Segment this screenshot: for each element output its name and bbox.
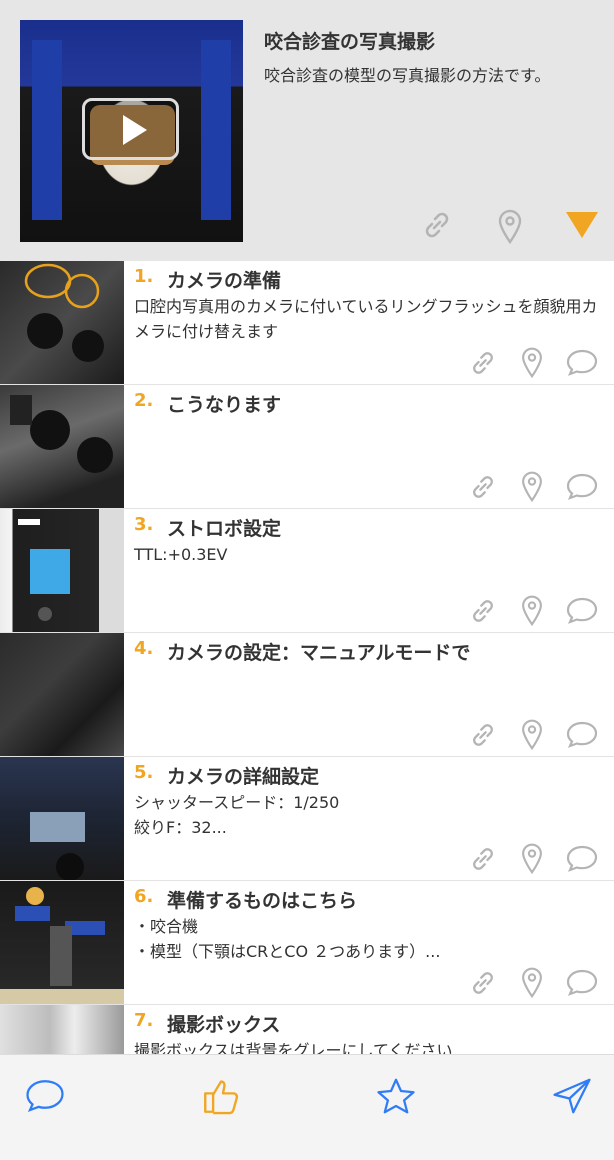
step-thumbnail [0, 385, 124, 508]
collapse-triangle-icon[interactable] [566, 212, 598, 242]
step-title: カメラの準備 [167, 270, 282, 292]
step-item[interactable]: 5. カメラの詳細設定 シャッタースピード：1/250 絞りF：32... [0, 757, 614, 881]
step-number: 5. [134, 762, 154, 783]
step-thumbnail [0, 261, 124, 384]
step-number: 4. [134, 638, 154, 659]
step-item[interactable]: 6. 準備するものはこちら ・咬合機 ・模型（下顎はCRとCO ２つあります）.… [0, 881, 614, 1005]
step-number: 3. [134, 514, 154, 535]
comment-icon[interactable] [566, 968, 598, 1000]
step-thumbnail [0, 633, 124, 756]
comment-icon[interactable] [566, 844, 598, 876]
comment-icon[interactable] [25, 1077, 65, 1117]
thumbs-up-icon[interactable] [200, 1075, 242, 1121]
comment-icon[interactable] [566, 472, 598, 504]
articulator-frame-left [32, 40, 62, 220]
link-icon[interactable] [468, 596, 498, 630]
location-pin-icon[interactable] [520, 842, 544, 878]
step-description: ・咬合機 ・模型（下顎はCRとCO ２つあります）... [134, 917, 441, 961]
link-icon[interactable] [468, 968, 498, 1002]
location-pin-icon[interactable] [520, 966, 544, 1002]
step-description: 口腔内写真用のカメラに付いているリングフラッシュを顔貌用カメラに付け替えます [134, 297, 598, 341]
play-button[interactable] [82, 98, 179, 160]
link-icon[interactable] [468, 472, 498, 506]
procedure-description: 咬合診査の模型の写真撮影の方法です。 [264, 66, 551, 85]
comment-icon[interactable] [566, 596, 598, 628]
step-number: 6. [134, 886, 154, 907]
step-thumbnail [0, 509, 124, 632]
step-item[interactable]: 7. 撮影ボックス 撮影ボックスは背景をグレーにしてください [0, 1005, 614, 1054]
video-thumbnail[interactable] [20, 20, 243, 242]
link-icon[interactable] [468, 348, 498, 382]
step-item[interactable]: 3. ストロボ設定 TTL:+0.3EV [0, 509, 614, 633]
step-title: カメラの設定：マニュアルモードで [167, 642, 471, 664]
procedure-header: 咬合診査の写真撮影 咬合診査の模型の写真撮影の方法です。 [0, 0, 614, 261]
step-item[interactable]: 1. カメラの準備 口腔内写真用のカメラに付いているリングフラッシュを顔貌用カメ… [0, 261, 614, 385]
step-number: 7. [134, 1010, 154, 1031]
send-icon[interactable] [552, 1077, 592, 1119]
step-thumbnail [0, 881, 124, 1004]
step-description: 撮影ボックスは背景をグレーにしてください [134, 1041, 453, 1054]
step-thumbnail [0, 1005, 124, 1054]
link-icon[interactable] [420, 208, 454, 246]
step-description: TTL:+0.3EV [134, 545, 228, 564]
comment-icon[interactable] [566, 348, 598, 380]
star-icon[interactable] [376, 1077, 416, 1119]
link-icon[interactable] [468, 844, 498, 878]
step-list: 1. カメラの準備 口腔内写真用のカメラに付いているリングフラッシュを顔貌用カメ… [0, 261, 614, 1054]
location-pin-icon[interactable] [520, 594, 544, 630]
procedure-title: 咬合診査の写真撮影 [264, 31, 436, 53]
step-title: カメラの詳細設定 [167, 766, 320, 788]
step-number: 2. [134, 390, 154, 411]
location-pin-icon[interactable] [520, 718, 544, 754]
step-title: 撮影ボックス [167, 1014, 281, 1036]
step-thumbnail [0, 757, 124, 880]
step-item[interactable]: 4. カメラの設定：マニュアルモードで [0, 633, 614, 757]
step-title: こうなります [167, 394, 282, 416]
location-pin-icon[interactable] [497, 208, 523, 248]
step-description: シャッタースピード：1/250 絞りF：32... [134, 793, 340, 837]
step-title: ストロボ設定 [167, 518, 282, 540]
location-pin-icon[interactable] [520, 346, 544, 382]
articulator-frame-right [201, 40, 231, 220]
step-item[interactable]: 2. こうなります [0, 385, 614, 509]
link-icon[interactable] [468, 720, 498, 754]
comment-icon[interactable] [566, 720, 598, 752]
location-pin-icon[interactable] [520, 470, 544, 506]
step-title: 準備するものはこちら [167, 890, 358, 912]
bottom-toolbar [0, 1054, 614, 1160]
step-number: 1. [134, 266, 154, 287]
